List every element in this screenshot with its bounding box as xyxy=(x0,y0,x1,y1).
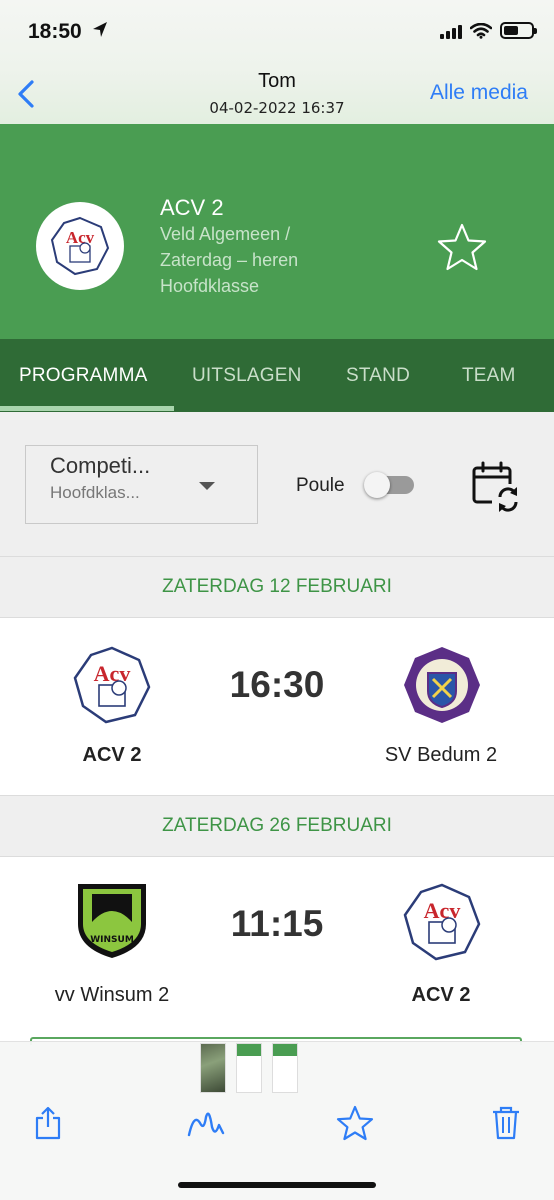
dropdown-caret-icon xyxy=(199,482,215,490)
acv-logo-icon: Acv xyxy=(50,216,110,276)
active-tab-indicator xyxy=(0,406,174,411)
favorite-star-icon[interactable] xyxy=(436,222,488,272)
trash-icon[interactable] xyxy=(491,1105,521,1141)
competition-select[interactable]: Competi... Hoofdklas... xyxy=(25,445,258,524)
share-icon[interactable] xyxy=(33,1105,63,1141)
toggle-knob xyxy=(364,472,390,498)
team-subtitle-line-3: Hoofdklasse xyxy=(160,276,260,296)
poule-toggle[interactable] xyxy=(364,472,414,498)
competition-select-subvalue: Hoofdklas... xyxy=(50,483,140,502)
competition-select-value: Competi... xyxy=(50,453,151,478)
markup-icon[interactable] xyxy=(186,1105,226,1141)
team-name: ACV 2 xyxy=(160,195,224,220)
all-media-link[interactable]: Alle media xyxy=(430,81,528,105)
away-team-name-1: SV Bedum 2 xyxy=(384,744,498,766)
tab-uitslagen[interactable]: UITSLAGEN xyxy=(192,365,302,387)
thumbnail-screenshot[interactable] xyxy=(272,1043,298,1093)
poule-label: Poule xyxy=(296,475,345,496)
tab-programma[interactable]: PROGRAMMA xyxy=(19,365,147,387)
away-team-name-2: ACV 2 xyxy=(411,984,471,1006)
cellular-signal-icon xyxy=(440,23,462,39)
home-indicator[interactable] xyxy=(178,1182,376,1188)
team-logo: Acv xyxy=(36,202,124,290)
photo-viewer-header: 18:50 Tom 04-02-2022 16:37 Alle media xyxy=(0,0,554,124)
team-subtitle-line-2: Zaterdag – heren xyxy=(160,250,299,270)
thumbnail-screenshot[interactable] xyxy=(236,1043,262,1093)
status-icons xyxy=(440,22,537,39)
svg-text:Acv: Acv xyxy=(66,228,95,247)
wifi-icon xyxy=(470,22,492,39)
battery-icon xyxy=(500,22,537,39)
tab-stand[interactable]: STAND xyxy=(346,365,410,387)
acv-logo-icon: Acv xyxy=(403,883,481,961)
team-subtitle-line-1: Veld Algemeen / xyxy=(160,224,291,244)
thumbnail-strip[interactable] xyxy=(200,1043,298,1093)
home-team-name-1: ACV 2 xyxy=(82,744,142,766)
home-team-name-2: vv Winsum 2 xyxy=(54,984,170,1006)
location-arrow-icon xyxy=(93,22,107,37)
status-time: 18:50 xyxy=(28,20,82,43)
match-date-1: ZATERDAG 12 FEBRUARI xyxy=(162,576,392,597)
calendar-sync-icon[interactable] xyxy=(470,460,524,514)
match-date-2: ZATERDAG 26 FEBRUARI xyxy=(162,815,392,836)
favorite-star-icon[interactable] xyxy=(336,1105,374,1141)
sv-bedum-logo-icon xyxy=(404,647,480,723)
tab-bar: PROGRAMMA UITSLAGEN STAND TEAM xyxy=(0,339,554,412)
tab-team[interactable]: TEAM xyxy=(462,365,516,387)
thumbnail-photo[interactable] xyxy=(200,1043,226,1093)
svg-text:Acv: Acv xyxy=(424,898,461,923)
